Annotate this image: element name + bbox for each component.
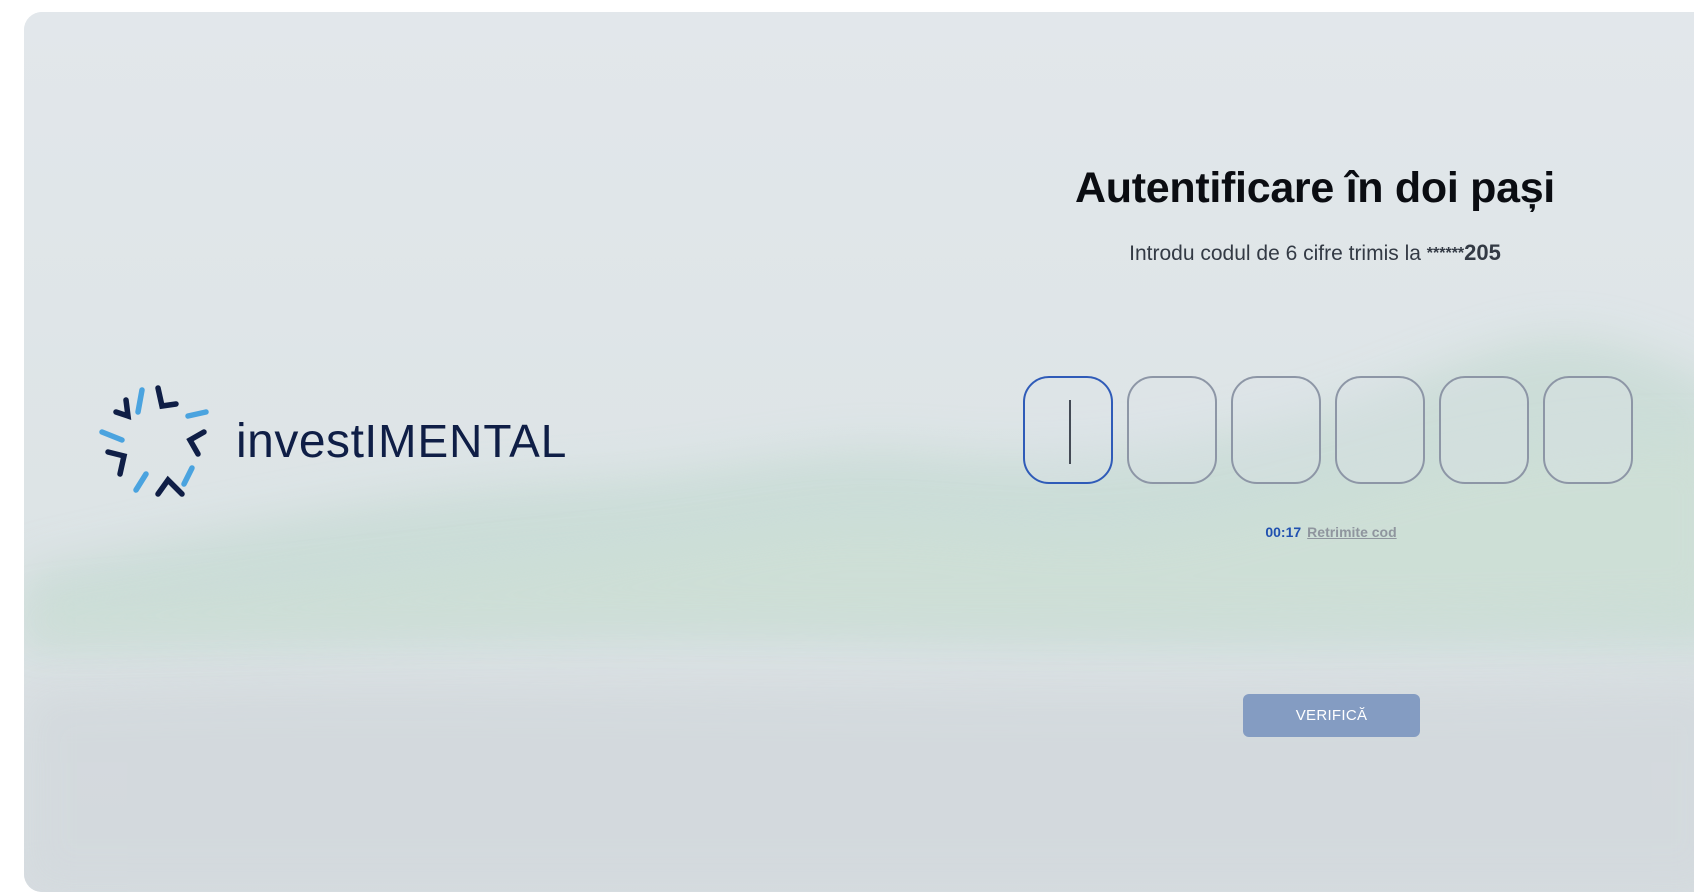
brand-wordmark: investIMENTAL [236, 414, 567, 469]
otp-digit-6[interactable] [1543, 376, 1633, 484]
text-caret [1069, 400, 1071, 464]
resend-row: 00:17 Retrimite cod [1023, 524, 1639, 540]
masked-phone: ****** [1426, 245, 1465, 262]
otp-digit-5[interactable] [1439, 376, 1529, 484]
instruction-prefix: Introdu codul de 6 cifre trimis la [1129, 242, 1427, 265]
phone-suffix: 205 [1464, 240, 1501, 265]
verify-button[interactable]: VERIFICĂ [1243, 694, 1420, 737]
otp-digit-2[interactable] [1127, 376, 1217, 484]
resend-code-link[interactable]: Retrimite cod [1307, 524, 1396, 540]
otp-digit-3[interactable] [1231, 376, 1321, 484]
login-card: investIMENTAL Autentificare în doi pași … [24, 12, 1694, 892]
instruction-text: Introdu codul de 6 cifre trimis la *****… [1058, 240, 1572, 266]
brand-name-t: t [350, 415, 365, 468]
star-burst-logo-icon [99, 385, 209, 497]
otp-digit-1[interactable] [1023, 376, 1113, 484]
page-title: Autentificare în doi pași [1075, 164, 1555, 212]
investimental-logo: investIMENTAL [94, 382, 614, 522]
brand-name-upper: IMENTAL [364, 415, 568, 467]
countdown-timer: 00:17 [1265, 524, 1302, 540]
otp-digit-4[interactable] [1335, 376, 1425, 484]
brand-name-lower: inves [236, 415, 351, 468]
